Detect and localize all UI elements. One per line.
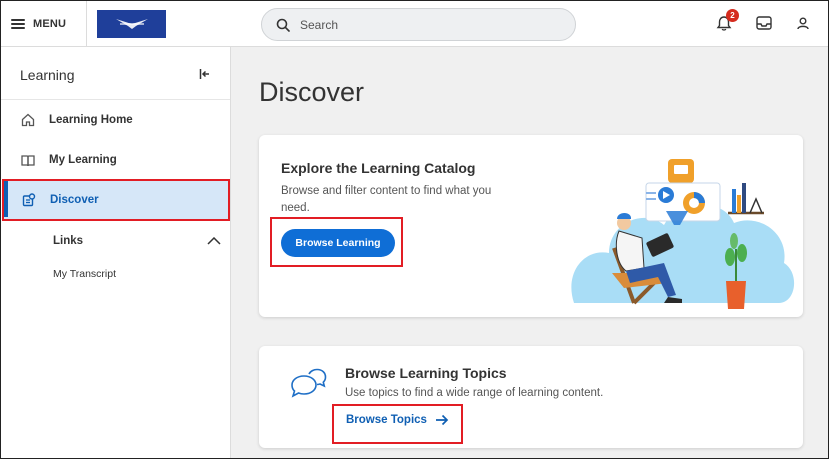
learning-illustration (571, 159, 795, 309)
search-icon (276, 18, 290, 32)
search-bar[interactable]: Search (261, 8, 576, 41)
discover-icon (22, 193, 36, 207)
company-logo[interactable] (97, 10, 166, 38)
my-transcript-link[interactable]: My Transcript (53, 268, 116, 280)
catalog-card-description: Browse and filter content to find what y… (281, 185, 492, 214)
highlight-box (270, 217, 403, 267)
app-window: MENU Search 2 Learning Learning Home My … (0, 0, 829, 459)
links-section-header[interactable]: Links (53, 233, 221, 249)
topics-card-description: Use topics to find a wide range of learn… (345, 387, 604, 399)
sidebar-item-learning-home[interactable]: Learning Home (1, 100, 230, 140)
menu-label: MENU (33, 18, 67, 30)
sidebar-item-label: Discover (50, 194, 99, 206)
sidebar-item-discover[interactable]: Discover (2, 179, 230, 221)
menu-button[interactable]: MENU (11, 14, 66, 34)
collapse-sidebar-icon[interactable] (199, 69, 211, 79)
sidebar-item-my-learning[interactable]: My Learning (1, 140, 230, 180)
hamburger-icon (11, 19, 25, 29)
sidebar: Learning Learning Home My Learning Disco… (1, 47, 231, 458)
links-label: Links (53, 235, 84, 247)
chat-bubbles-icon (291, 368, 327, 398)
top-bar: MENU Search 2 (1, 1, 828, 47)
sidebar-title: Learning (20, 67, 75, 83)
topics-card-title: Browse Learning Topics (345, 365, 507, 381)
sidebar-item-label: My Learning (49, 154, 117, 166)
learning-topics-card: Browse Learning Topics Use topics to fin… (259, 346, 803, 448)
chevron-up-icon (207, 237, 221, 245)
inbox-icon[interactable] (756, 16, 772, 30)
page-title: Discover (259, 77, 365, 107)
user-icon[interactable] (797, 17, 809, 30)
home-icon (21, 113, 35, 127)
catalog-card-title: Explore the Learning Catalog (281, 160, 476, 176)
logo-icon (115, 19, 148, 29)
divider (86, 1, 87, 47)
learning-catalog-card: Explore the Learning Catalog Browse and … (259, 135, 803, 317)
search-input[interactable]: Search (300, 18, 338, 32)
sidebar-item-label: Learning Home (49, 114, 133, 126)
notification-badge: 2 (726, 9, 739, 22)
book-icon (21, 154, 35, 166)
highlight-box (332, 404, 463, 444)
